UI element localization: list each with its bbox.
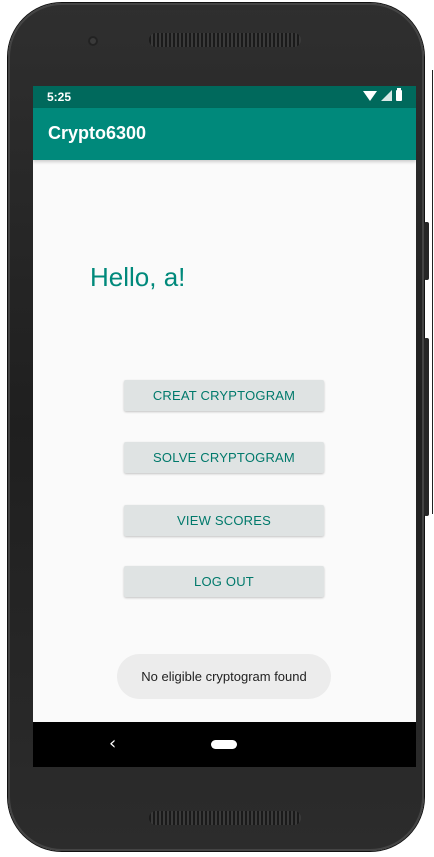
phone-frame: 5:25 Crypto6300 Hello, a! CREAT CRYPTOGR… (8, 3, 424, 851)
greeting-text: Hello, a! (90, 262, 186, 292)
signal-icon (381, 90, 392, 101)
toast-message: No eligible cryptogram found (117, 654, 331, 699)
navigation-bar: ‹ (33, 722, 416, 767)
status-bar: 5:25 (33, 86, 416, 108)
power-button (424, 338, 429, 516)
view-scores-button[interactable]: VIEW SCORES (124, 505, 324, 536)
app-bar: Crypto6300 (33, 108, 416, 160)
battery-icon (396, 88, 402, 101)
create-cryptogram-button[interactable]: CREAT CRYPTOGRAM (124, 380, 324, 411)
back-icon[interactable]: ‹ (109, 734, 116, 754)
home-icon[interactable] (211, 740, 237, 749)
top-speaker-grille (149, 33, 301, 47)
solve-cryptogram-button[interactable]: SOLVE CRYPTOGRAM (124, 442, 324, 473)
status-time: 5:25 (47, 90, 72, 104)
frame-edge-line (432, 70, 433, 514)
app-title: Crypto6300 (48, 123, 147, 143)
log-out-button[interactable]: LOG OUT (124, 566, 324, 597)
wifi-icon (363, 90, 377, 101)
bottom-speaker-grille (149, 811, 301, 825)
device-screen: 5:25 Crypto6300 Hello, a! CREAT CRYPTOGR… (33, 86, 416, 767)
status-icons (363, 88, 402, 101)
front-camera (88, 36, 98, 46)
volume-button (424, 222, 429, 280)
